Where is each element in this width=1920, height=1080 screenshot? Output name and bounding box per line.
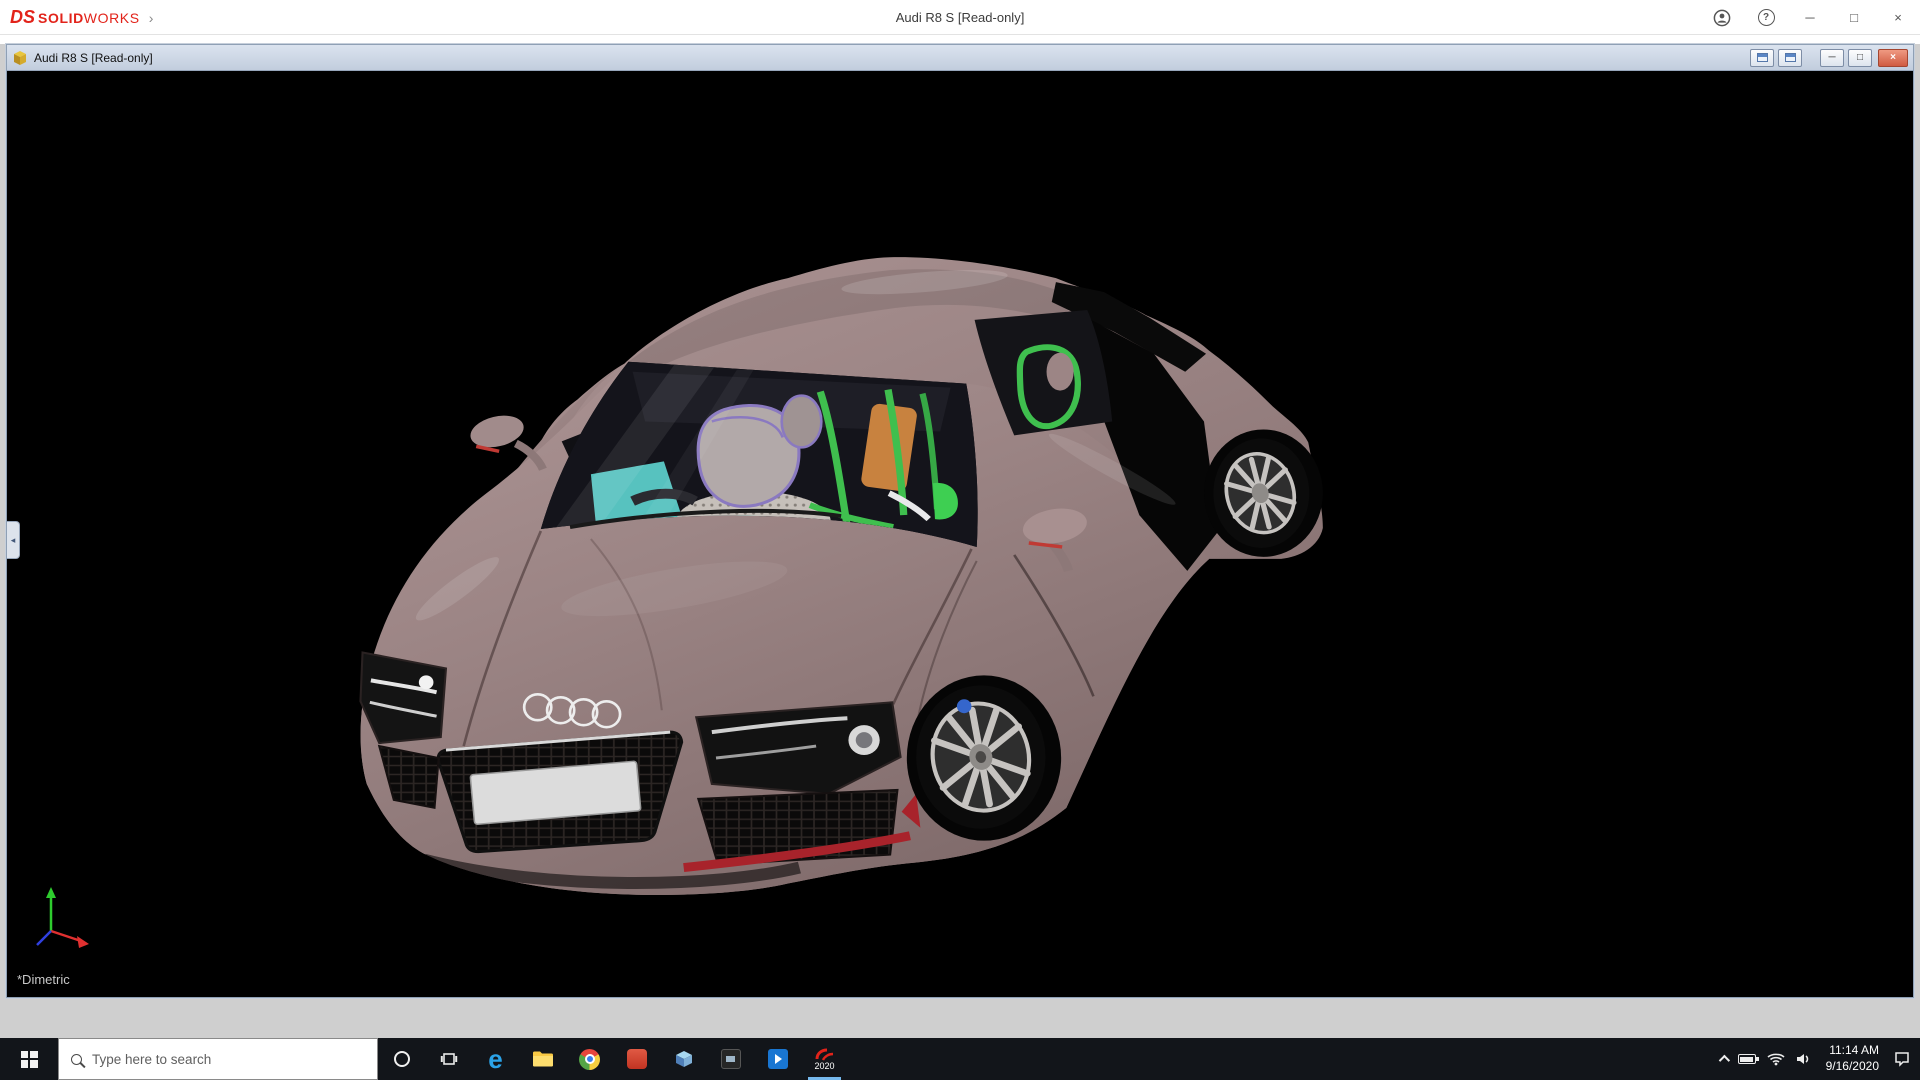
- account-icon: [1713, 9, 1731, 27]
- minimize-button[interactable]: ─: [1788, 0, 1832, 35]
- red-app-button[interactable]: [613, 1038, 660, 1080]
- document-icon: [12, 50, 28, 66]
- dark-app-button[interactable]: [707, 1038, 754, 1080]
- wifi-icon: [1767, 1052, 1785, 1066]
- clock-time: 11:14 AM: [1826, 1043, 1879, 1059]
- brand-works: WORKS: [84, 10, 140, 26]
- taskbar-search-box[interactable]: Type here to search: [58, 1038, 378, 1080]
- window-title: Audi R8 S [Read-only]: [0, 0, 1920, 35]
- file-explorer-button[interactable]: [519, 1038, 566, 1080]
- search-icon: [71, 1054, 82, 1065]
- task-view-icon: [440, 1051, 458, 1067]
- cortana-button[interactable]: [378, 1038, 425, 1080]
- notifications-icon: [1894, 1051, 1910, 1067]
- document-window-controls: ─ □ ×: [1750, 49, 1908, 67]
- dark-app-icon: [721, 1049, 741, 1069]
- pane-icon: [1785, 53, 1796, 62]
- account-button[interactable]: [1700, 0, 1744, 35]
- battery-button[interactable]: [1738, 1054, 1756, 1064]
- 3d-viewer-button[interactable]: [660, 1038, 707, 1080]
- solidworks-logo[interactable]: DSSOLIDWORKS ›: [10, 0, 153, 35]
- pane-icon: [1757, 53, 1768, 62]
- cortana-icon: [394, 1051, 410, 1067]
- network-button[interactable]: [1767, 1052, 1785, 1066]
- volume-icon: [1796, 1052, 1811, 1066]
- graphics-viewport[interactable]: *Dimetric ◂: [7, 71, 1913, 997]
- taskbar-clock[interactable]: 11:14 AM 9/16/2020: [1822, 1043, 1883, 1074]
- notifications-button[interactable]: [1894, 1051, 1910, 1067]
- search-placeholder: Type here to search: [92, 1052, 211, 1067]
- restore-button[interactable]: □: [1832, 0, 1876, 35]
- red-app-icon: [627, 1049, 647, 1069]
- doc-minimize-button[interactable]: ─: [1820, 49, 1844, 67]
- view-orientation-label: *Dimetric: [17, 972, 70, 987]
- battery-icon: [1738, 1054, 1756, 1064]
- task-view-button[interactable]: [425, 1038, 472, 1080]
- main-titlebar: DSSOLIDWORKS › Audi R8 S [Read-only] ? ─…: [0, 0, 1920, 35]
- display-pane-button-2[interactable]: [1778, 49, 1802, 67]
- blue-app-icon: [768, 1049, 788, 1069]
- car-3d-model: [7, 71, 1913, 997]
- window-controls: ? ─ □ ×: [1700, 0, 1920, 35]
- help-icon: ?: [1758, 9, 1775, 26]
- client-top-strip: [0, 35, 1920, 44]
- edge-icon: e: [488, 1046, 502, 1072]
- taskbar-app-icons: e 2020: [378, 1038, 848, 1080]
- tray-expand-button[interactable]: [1719, 1055, 1727, 1063]
- file-explorer-icon: [532, 1050, 554, 1068]
- doc-restore-button[interactable]: □: [1848, 49, 1872, 67]
- doc-close-button[interactable]: ×: [1878, 49, 1908, 67]
- chrome-button[interactable]: [566, 1038, 613, 1080]
- edge-button[interactable]: e: [472, 1038, 519, 1080]
- start-button[interactable]: [0, 1038, 58, 1080]
- start-icon: [21, 1051, 38, 1068]
- orientation-triad: [23, 879, 103, 959]
- solidworks-year-label: 2020: [814, 1062, 834, 1071]
- tray-expand-icon: [1718, 1055, 1729, 1066]
- document-window: Audi R8 S [Read-only] ─ □ ×: [6, 44, 1914, 998]
- system-tray: 11:14 AM 9/16/2020: [1719, 1038, 1920, 1080]
- solidworks-icon: [815, 1048, 835, 1061]
- blue-app-button[interactable]: [754, 1038, 801, 1080]
- menu-arrow-icon[interactable]: ›: [149, 10, 154, 26]
- chrome-icon: [579, 1049, 600, 1070]
- display-pane-button-1[interactable]: [1750, 49, 1774, 67]
- brand-solid: SOLID: [38, 10, 84, 26]
- document-title: Audi R8 S [Read-only]: [34, 51, 153, 65]
- cube-3d-icon: [674, 1049, 694, 1069]
- clock-date: 9/16/2020: [1826, 1059, 1879, 1075]
- featuremanager-collapse-tab[interactable]: ◂: [7, 521, 20, 559]
- document-titlebar[interactable]: Audi R8 S [Read-only] ─ □ ×: [7, 45, 1913, 71]
- help-button[interactable]: ?: [1744, 0, 1788, 35]
- brand-ds: DS: [10, 7, 35, 28]
- volume-button[interactable]: [1796, 1052, 1811, 1066]
- close-button[interactable]: ×: [1876, 0, 1920, 35]
- taskbar: Type here to search e: [0, 1038, 1920, 1080]
- solidworks-taskbar-button[interactable]: 2020: [801, 1038, 848, 1080]
